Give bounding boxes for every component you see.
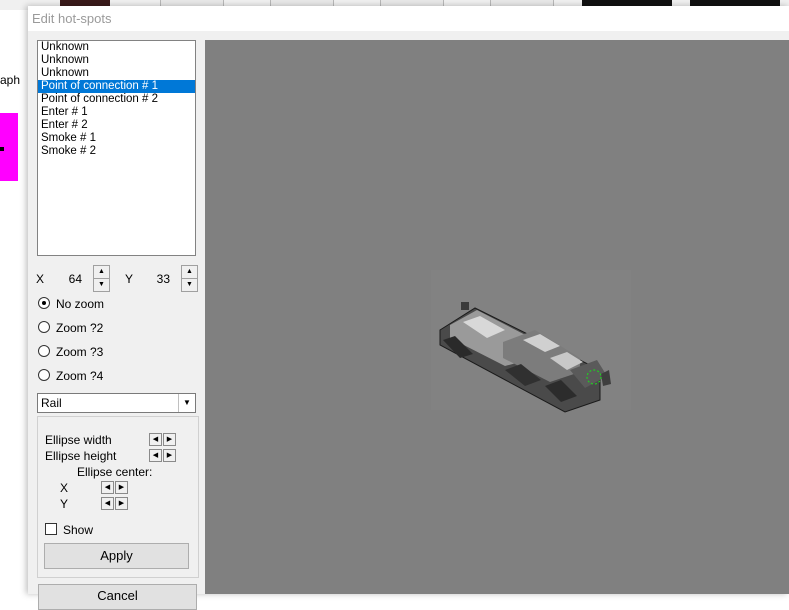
sprite-preview-canvas[interactable] [205, 40, 789, 594]
list-item[interactable]: Unknown [38, 41, 195, 54]
ellipse-width-decrease-arrow-icon[interactable]: ◀ [149, 433, 162, 446]
center-y-label: Y [60, 497, 69, 511]
radio-circle-icon [38, 369, 50, 381]
hotspot-listbox[interactable]: Unknown Unknown Unknown Point of connection… [37, 40, 196, 256]
list-item[interactable]: Point of connection # 2 [38, 93, 195, 106]
show-label: Show [63, 523, 94, 537]
show-ellipse-checkbox[interactable]: Show [45, 523, 93, 537]
radio-circle-icon [38, 321, 50, 333]
list-item[interactable]: Enter # 1 [38, 106, 195, 119]
x-value[interactable]: 64 [52, 272, 82, 286]
radio-label: Zoom ?4 [56, 369, 104, 383]
ellipse-height-label: Ellipse height [45, 449, 117, 463]
list-item[interactable]: Smoke # 2 [38, 145, 195, 158]
hotspot-type-select[interactable]: Rail ▼ [37, 393, 196, 413]
ellipse-height-increase-arrow-icon[interactable]: ▶ [163, 449, 176, 462]
list-item[interactable]: Enter # 2 [38, 119, 195, 132]
x-down-arrow-icon[interactable]: ▼ [94, 278, 109, 291]
background-magenta-block [0, 113, 18, 181]
x-spinner[interactable]: ▲ ▼ [93, 265, 110, 292]
locomotive-body [439, 302, 611, 413]
x-label: X [36, 272, 45, 286]
y-label: Y [125, 272, 134, 286]
apply-button[interactable]: Apply [44, 543, 189, 569]
cancel-button[interactable]: Cancel [38, 584, 197, 610]
ellipse-center-label: Ellipse center: [77, 465, 153, 479]
radio-label: Zoom ?3 [56, 345, 104, 359]
radio-zoom-3[interactable]: Zoom ?3 [38, 344, 103, 360]
background-window-left [0, 10, 28, 594]
dialog-titlebar[interactable]: Edit hot-spots [28, 6, 789, 31]
radio-label: No zoom [56, 297, 105, 311]
y-spinner[interactable]: ▲ ▼ [181, 265, 198, 292]
checkbox-box-icon [45, 523, 57, 535]
radio-label: Zoom ?2 [56, 321, 104, 335]
radio-no-zoom[interactable]: No zoom [38, 296, 104, 312]
locomotive-sprite [439, 302, 611, 413]
radio-circle-icon [38, 345, 50, 357]
center-y-increase-arrow-icon[interactable]: ▶ [115, 497, 128, 510]
center-y-decrease-arrow-icon[interactable]: ◀ [101, 497, 114, 510]
y-down-arrow-icon[interactable]: ▼ [182, 278, 197, 291]
radio-circle-icon [38, 297, 50, 309]
ellipse-height-decrease-arrow-icon[interactable]: ◀ [149, 449, 162, 462]
select-value: Rail [41, 396, 62, 410]
x-up-arrow-icon[interactable]: ▲ [94, 266, 109, 278]
ellipse-group: Ellipse width ◀ ▶ Ellipse height ◀ ▶ Ell… [37, 416, 199, 578]
radio-zoom-4[interactable]: Zoom ?4 [38, 368, 103, 384]
background-partial-text: aph [0, 73, 21, 87]
dialog-title: Edit hot-spots [32, 11, 112, 26]
y-value[interactable]: 33 [140, 272, 170, 286]
list-item[interactable]: Smoke # 1 [38, 132, 195, 145]
edit-hotspots-dialog: Edit hot-spots Unknown Unknown Unknown Poin… [28, 6, 789, 610]
ellipse-width-increase-arrow-icon[interactable]: ▶ [163, 433, 176, 446]
y-up-arrow-icon[interactable]: ▲ [182, 266, 197, 278]
ellipse-width-label: Ellipse width [45, 433, 112, 447]
chevron-down-icon[interactable]: ▼ [178, 394, 195, 412]
list-item[interactable]: Unknown [38, 67, 195, 80]
list-item[interactable]: Unknown [38, 54, 195, 67]
center-x-decrease-arrow-icon[interactable]: ◀ [101, 481, 114, 494]
center-x-increase-arrow-icon[interactable]: ▶ [115, 481, 128, 494]
list-item[interactable]: Point of connection # 1 [38, 80, 195, 93]
center-x-label: X [60, 481, 69, 495]
radio-zoom-2[interactable]: Zoom ?2 [38, 320, 103, 336]
